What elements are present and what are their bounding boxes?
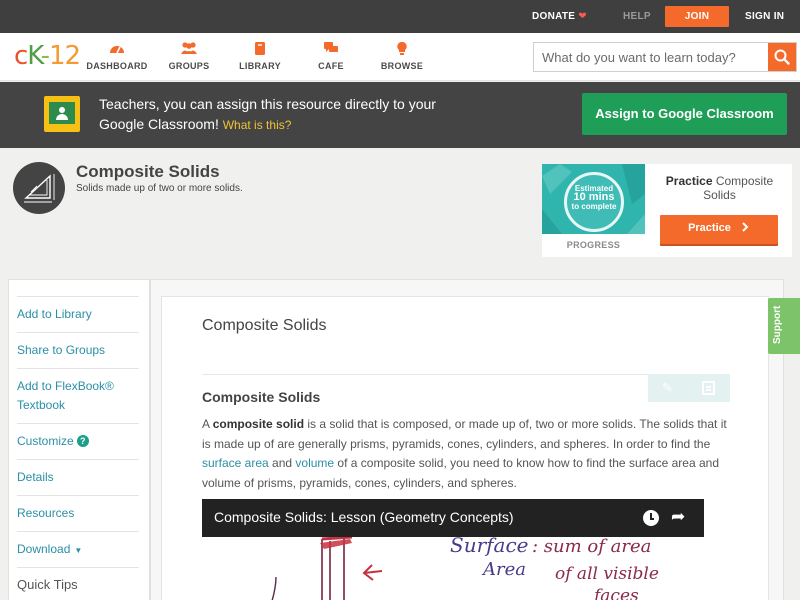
ck12-logo[interactable]: cK-12 (14, 41, 81, 71)
geometry-concept-icon (13, 162, 65, 214)
para-text: and (268, 456, 296, 470)
sidebar-item-add-to-library[interactable]: Add to Library (17, 305, 139, 324)
whiteboard-surface: Surface (450, 537, 529, 557)
progress-label: PROGRESS (566, 240, 621, 250)
practice-button[interactable]: Practice (660, 215, 778, 244)
section-title: Composite Solids (202, 389, 321, 405)
donate-label: DONATE (532, 11, 576, 22)
video-title-bar: Composite Solids: Lesson (Geometry Conce… (202, 499, 704, 537)
content-title: Composite Solids (202, 317, 327, 334)
sidebar-divider (17, 423, 139, 424)
whiteboard-sum-of-area: : sum of area (532, 537, 651, 557)
sidebar-divider (17, 368, 139, 369)
practice-card: Estimated 10 mins to complete PROGRESS P… (542, 164, 792, 257)
practice-title-bold: Practice (665, 174, 713, 188)
whiteboard-drawing: Surface : sum of area Area of all visibl… (271, 533, 659, 600)
browse-icon (367, 41, 437, 57)
notes-icon[interactable] (702, 381, 715, 395)
top-utility-bar: DONATE ❤ HELP JOIN SIGN IN (0, 0, 800, 33)
nav-browse[interactable]: BROWSE (367, 41, 437, 71)
nav-library[interactable]: LIBRARY (225, 41, 295, 71)
search-icon (774, 49, 790, 65)
chevron-right-icon (742, 222, 749, 232)
sidebar-divider (17, 459, 139, 460)
cafe-icon (296, 41, 366, 57)
sidebar-divider (17, 495, 139, 496)
nav-cafe[interactable]: CAFE (296, 41, 366, 71)
sidebar-item-download[interactable]: Download ▼ (17, 540, 139, 560)
practice-graphic: Estimated 10 mins to complete (542, 164, 645, 234)
sidebar-divider (17, 531, 139, 532)
annotation-toolbar: ✎ (648, 374, 730, 402)
whiteboard-of-all-visible: of all visible (555, 564, 659, 584)
nav-groups[interactable]: GROUPS (154, 41, 224, 71)
page-title: Composite Solids (76, 162, 220, 181)
left-sidebar: Add to Library Share to Groups Add to Fl… (8, 279, 150, 600)
support-label: Support (772, 305, 783, 344)
banner-message: Teachers, you can assign this resource d… (99, 94, 439, 135)
video-title[interactable]: Composite Solids: Lesson (Geometry Conce… (214, 509, 514, 525)
donate-link[interactable]: DONATE ❤ (532, 0, 587, 33)
nav-dashboard-label: DASHBOARD (86, 61, 148, 71)
quick-tips-heading: Quick Tips (17, 577, 78, 592)
download-label: Download (17, 542, 71, 556)
search-button[interactable] (768, 43, 796, 71)
whiteboard-area: Area (481, 559, 526, 580)
concept-header: Composite Solids Solids made up of two o… (0, 148, 800, 258)
sidebar-item-add-to-flexbook[interactable]: Add to FlexBook® Textbook (17, 377, 139, 415)
sign-in-link[interactable]: SIGN IN (745, 0, 784, 33)
nav-browse-label: BROWSE (380, 61, 424, 71)
practice-title: Practice Composite Solids (657, 174, 782, 202)
logo-num: 12 (49, 41, 81, 71)
nav-cafe-label: CAFE (318, 61, 344, 71)
nav-library-label: LIBRARY (239, 61, 281, 71)
share-icon[interactable]: ➦ (671, 507, 685, 527)
customize-label: Customize (17, 434, 74, 448)
sidebar-item-share-to-groups[interactable]: Share to Groups (17, 341, 139, 360)
para-text: A (202, 417, 213, 431)
main-nav: cK-12 DASHBOARD GROUPS LIBRARY CAFE BROW… (0, 33, 800, 81)
watch-later-icon[interactable] (643, 510, 659, 526)
sidebar-divider (17, 296, 139, 297)
estimate-text: Estimated 10 mins to complete (564, 184, 624, 211)
sidebar-item-details[interactable]: Details (17, 468, 139, 487)
what-is-this-link[interactable]: What is this? (223, 118, 292, 132)
pencil-icon[interactable]: ✎ (662, 380, 676, 396)
lesson-content: Composite Solids ✎ Composite Solids A co… (161, 296, 769, 600)
whiteboard-faces: faces (592, 586, 639, 600)
logo-dash: - (40, 41, 50, 71)
search-box (533, 42, 797, 72)
nav-dashboard[interactable]: DASHBOARD (82, 41, 152, 71)
sidebar-item-customize[interactable]: Customize? (17, 432, 139, 451)
practice-title-rest: Composite Solids (703, 174, 774, 202)
video-whiteboard: Surface : sum of area Area of all visibl… (202, 533, 704, 600)
estimate-to-complete: to complete (571, 202, 617, 211)
video-player[interactable]: Composite Solids: Lesson (Geometry Conce… (202, 499, 704, 600)
logo-c: c (14, 41, 28, 71)
practice-button-label: Practice (688, 222, 731, 234)
help-link[interactable]: HELP (623, 0, 651, 33)
help-icon[interactable]: ? (76, 435, 89, 447)
sidebar-divider (17, 332, 139, 333)
dashboard-icon (82, 41, 152, 57)
search-input[interactable] (534, 43, 768, 71)
classroom-banner: Teachers, you can assign this resource d… (0, 82, 800, 148)
heart-icon: ❤ (578, 11, 587, 22)
sidebar-divider (17, 567, 139, 568)
join-button[interactable]: JOIN (665, 6, 729, 27)
groups-icon (154, 41, 224, 57)
assign-to-classroom-button[interactable]: Assign to Google Classroom (582, 93, 787, 135)
nav-groups-label: GROUPS (168, 61, 210, 71)
surface-area-link[interactable]: surface area (202, 456, 269, 470)
page-subtitle: Solids made up of two or more solids. (76, 183, 243, 194)
caret-down-icon: ▼ (74, 546, 83, 555)
logo-k: K (27, 41, 41, 71)
sidebar-item-resources[interactable]: Resources (17, 504, 139, 523)
support-tab[interactable]: Support (768, 298, 800, 354)
para-bold-term: composite solid (212, 417, 305, 431)
lesson-paragraph: A composite solid is a solid that is com… (202, 415, 732, 493)
google-classroom-icon (44, 96, 80, 132)
library-icon (225, 41, 295, 57)
volume-link[interactable]: volume (295, 456, 334, 470)
